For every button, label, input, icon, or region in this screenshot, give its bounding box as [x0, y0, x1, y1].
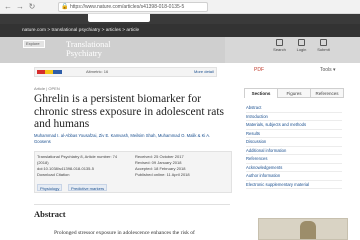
section-link[interactable]: Discussion [246, 138, 342, 147]
article-title: Ghrelin is a persistent biomarker for ch… [34, 93, 225, 130]
subject-chip[interactable]: Predictive markers [68, 184, 108, 191]
tab-references[interactable]: References [310, 88, 344, 98]
reload-button[interactable]: ↻ [27, 2, 37, 12]
abstract-heading: Abstract [34, 209, 66, 219]
section-link[interactable]: Additional information [246, 147, 342, 155]
tab-sections[interactable]: Sections [244, 88, 278, 98]
address-bar[interactable]: 🔒 https://www.nature.com/articles/s41398… [58, 2, 208, 12]
author-list[interactable]: Muhammad I. al-Abbas Yousafzai, Ziv E. K… [34, 133, 224, 145]
altmetric-badge-yellow [45, 70, 53, 74]
url-text: https://www.nature.com/articles/s41398-0… [70, 4, 185, 10]
download-pdf-link[interactable]: PDF [254, 67, 264, 73]
explore-button[interactable]: Explore [23, 40, 45, 48]
journal-title[interactable]: Translational Psychiatry [66, 40, 111, 58]
section-link[interactable]: Abstract [246, 104, 342, 113]
search-icon [276, 39, 283, 46]
back-button[interactable]: ← [3, 2, 13, 12]
article-type: Article | OPEN [34, 86, 60, 91]
browser-toolbar: ← → ↻ 🔒 https://www.nature.com/articles/… [0, 0, 360, 14]
login-tool[interactable]: Login [294, 39, 309, 52]
altmetric-badge-blue [53, 70, 62, 74]
search-label: Search [273, 47, 286, 52]
abstract-text: Prolonged stressor exposure in adolescen… [54, 230, 195, 236]
breadcrumb[interactable]: nature.com > translational psychiatry > … [22, 28, 139, 33]
section-link[interactable]: Materials, subjects and methods [246, 121, 342, 130]
divider [34, 204, 230, 205]
tab-thumbnail[interactable] [88, 14, 150, 22]
altmetric-score: Altmetric: 16 [86, 69, 109, 74]
section-link[interactable]: Results [246, 130, 342, 138]
subject-chip[interactable]: Physiology [37, 184, 63, 191]
section-link[interactable]: References [246, 155, 342, 164]
login-icon [298, 39, 305, 46]
video-strip [0, 14, 360, 24]
section-list: Abstract Introduction Materials, subject… [246, 104, 342, 189]
section-link[interactable]: Author information [246, 172, 342, 181]
tools-menu[interactable]: Tools ▾ [320, 67, 336, 73]
lock-icon: 🔒 [61, 4, 69, 10]
ad-image [300, 221, 316, 239]
section-link[interactable]: Introduction [246, 113, 342, 121]
more-detail-link[interactable]: More detail [194, 69, 214, 74]
tab-figures[interactable]: Figures [277, 88, 311, 98]
submit-icon [320, 39, 327, 46]
sidebar-tabs: Sections Figures References [244, 88, 344, 98]
forward-button[interactable]: → [15, 2, 25, 12]
section-link[interactable]: Electronic supplementary material [246, 181, 342, 189]
publication-dates: Received: 25 October 2017 Revised: 09 Ja… [135, 154, 190, 177]
search-tool[interactable]: Search [272, 39, 287, 52]
section-link[interactable]: Acknowledgements [246, 164, 342, 172]
submit-label: Submit [317, 47, 330, 52]
altmetric-badge-red [37, 70, 45, 74]
citation-info: Translational Psychiatry 8, Article numb… [37, 154, 118, 177]
login-label: Login [296, 47, 307, 52]
submit-tool[interactable]: Submit [316, 39, 331, 52]
